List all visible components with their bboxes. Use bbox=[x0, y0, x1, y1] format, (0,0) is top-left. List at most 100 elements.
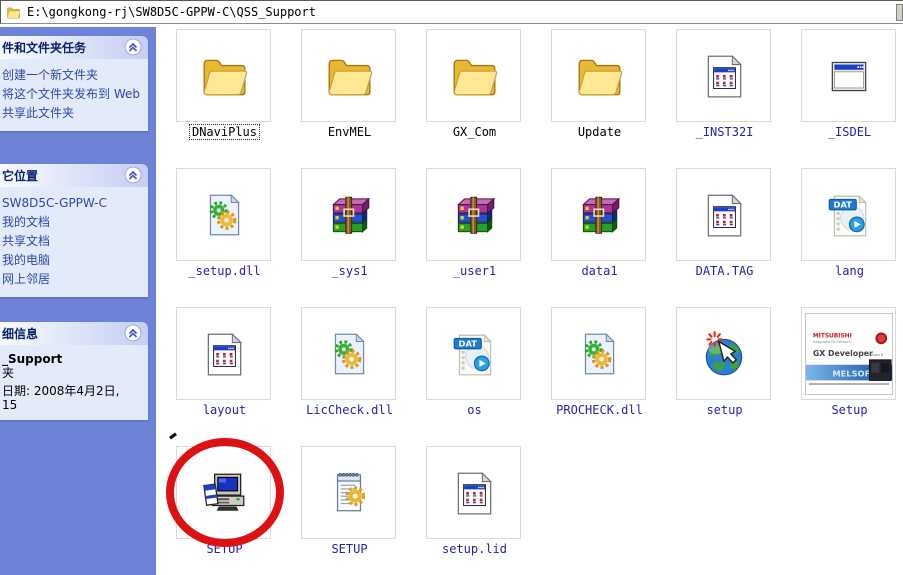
file-label[interactable]: _user1 bbox=[426, 264, 523, 278]
file-thumbnail[interactable] bbox=[301, 307, 396, 400]
file-item-lang[interactable]: lang bbox=[801, 168, 898, 281]
rar-archive-icon bbox=[574, 190, 624, 240]
panel-details-body: _Support 夹 日期: 2008年4月2日, 15 bbox=[0, 345, 148, 420]
file-label[interactable]: setup.lid bbox=[426, 542, 523, 556]
panel-details-header[interactable]: 细信息 bbox=[0, 322, 148, 345]
file-thumbnail[interactable]: MITSUBISHI Integrated FA Software GX Dev… bbox=[801, 307, 896, 400]
file-label[interactable]: GX_Com bbox=[426, 125, 523, 139]
file-thumbnail[interactable] bbox=[551, 307, 646, 400]
rar-archive-icon bbox=[449, 190, 499, 240]
file-label[interactable]: setup bbox=[676, 403, 773, 417]
file-label[interactable]: os bbox=[426, 403, 523, 417]
file-item-setup-html[interactable]: setup bbox=[676, 307, 773, 420]
file-thumbnail[interactable] bbox=[551, 29, 646, 122]
panel-file-tasks-header[interactable]: 件和文件夹任务 bbox=[0, 36, 148, 59]
file-item-procheckdll[interactable]: PROCHECK.dll bbox=[551, 307, 648, 420]
document-window-icon bbox=[699, 51, 749, 101]
file-label[interactable]: data1 bbox=[551, 264, 648, 278]
file-thumbnail[interactable] bbox=[176, 29, 271, 122]
file-grid: DNaviPlus EnvMEL GX_Com Update _INST32I … bbox=[156, 25, 903, 559]
panel-title: 它位置 bbox=[2, 167, 38, 184]
panel-other-places-body: SW8D5C-GPPW-C 我的文档 共享文档 我的电脑 网上邻居 bbox=[0, 187, 148, 297]
file-item-data1[interactable]: data1 bbox=[551, 168, 648, 281]
file-item-envmel[interactable]: EnvMEL bbox=[301, 29, 398, 142]
dll-gears-icon bbox=[199, 190, 249, 240]
link-network-places[interactable]: 网上邻居 bbox=[2, 270, 142, 289]
link-my-computer[interactable]: 我的电脑 bbox=[2, 251, 142, 270]
file-item-setuplid[interactable]: setup.lid bbox=[426, 446, 523, 559]
file-item-inst32i[interactable]: _INST32I bbox=[676, 29, 773, 142]
chevron-up-icon[interactable] bbox=[124, 324, 142, 342]
address-path[interactable]: E:\gongkong-rj\SW8D5C-GPPW-C\QSS_Support bbox=[27, 5, 316, 19]
link-my-documents[interactable]: 我的文档 bbox=[2, 213, 142, 232]
folder-icon bbox=[199, 51, 249, 101]
file-item-datatag[interactable]: DATA.TAG bbox=[676, 168, 773, 281]
file-label[interactable]: _INST32I bbox=[676, 125, 773, 139]
file-item-setupdll[interactable]: _setup.dll bbox=[176, 168, 273, 281]
file-item-setup-bitmap[interactable]: MITSUBISHI Integrated FA Software GX Dev… bbox=[801, 307, 898, 420]
panel-file-tasks-body: 创建一个新文件夹 将这个文件夹发布到 Web 共享此文件夹 bbox=[0, 59, 148, 131]
thumb-tagline-text: Integrated FA Software bbox=[812, 340, 850, 344]
file-item-liccheckdll[interactable]: LicCheck.dll bbox=[301, 307, 398, 420]
document-window-icon bbox=[199, 329, 249, 379]
file-thumbnail[interactable] bbox=[176, 446, 271, 539]
file-thumbnail[interactable] bbox=[801, 168, 896, 261]
file-thumbnail[interactable] bbox=[176, 307, 271, 400]
file-item-sys1[interactable]: _sys1 bbox=[301, 168, 398, 281]
link-shared-documents[interactable]: 共享文档 bbox=[2, 232, 142, 251]
panel-file-tasks: 件和文件夹任务 创建一个新文件夹 将这个文件夹发布到 Web 共享此文件夹 bbox=[0, 36, 148, 131]
file-label[interactable]: Setup bbox=[801, 403, 898, 417]
file-label[interactable]: LicCheck.dll bbox=[301, 403, 398, 417]
link-new-folder[interactable]: 创建一个新文件夹 bbox=[2, 66, 142, 85]
chevron-up-icon[interactable] bbox=[124, 166, 142, 184]
panel-title: 细信息 bbox=[2, 325, 38, 342]
file-thumbnail[interactable] bbox=[551, 168, 646, 261]
file-label[interactable]: _sys1 bbox=[301, 264, 398, 278]
link-share-folder[interactable]: 共享此文件夹 bbox=[2, 104, 142, 123]
file-thumbnail[interactable] bbox=[176, 168, 271, 261]
application-window-icon bbox=[824, 51, 874, 101]
file-label[interactable]: layout bbox=[176, 403, 273, 417]
addressbar-edge-fragment bbox=[896, 4, 903, 21]
file-label[interactable]: _ISDEL bbox=[801, 125, 898, 139]
file-item-layout[interactable]: layout bbox=[176, 307, 273, 420]
details-modified-time: 15 bbox=[2, 398, 142, 412]
panel-other-places-header[interactable]: 它位置 bbox=[0, 164, 148, 187]
file-thumbnail[interactable] bbox=[676, 168, 771, 261]
file-thumbnail[interactable] bbox=[301, 29, 396, 122]
file-label[interactable]: SETUP bbox=[301, 542, 398, 556]
thumb-brand-text: MITSUBISHI bbox=[812, 333, 851, 339]
file-item-isdel[interactable]: _ISDEL bbox=[801, 29, 898, 142]
file-item-setup-inf[interactable]: SETUP bbox=[301, 446, 398, 559]
file-item-gxcom[interactable]: GX_Com bbox=[426, 29, 523, 142]
file-thumbnail[interactable] bbox=[426, 29, 521, 122]
chevron-up-icon[interactable] bbox=[124, 38, 142, 56]
file-label[interactable]: Update bbox=[551, 125, 648, 139]
file-item-os[interactable]: os bbox=[426, 307, 523, 420]
file-thumbnail[interactable] bbox=[426, 307, 521, 400]
file-thumbnail[interactable] bbox=[676, 29, 771, 122]
file-thumbnail[interactable] bbox=[676, 307, 771, 400]
file-label[interactable]: SETUP bbox=[176, 542, 273, 556]
folder-icon bbox=[449, 51, 499, 101]
file-label[interactable]: EnvMEL bbox=[301, 125, 398, 139]
address-bar[interactable]: E:\gongkong-rj\SW8D5C-GPPW-C\QSS_Support bbox=[0, 0, 903, 24]
file-label[interactable]: PROCHECK.dll bbox=[551, 403, 648, 417]
file-item-user1[interactable]: _user1 bbox=[426, 168, 523, 281]
link-publish-web[interactable]: 将这个文件夹发布到 Web bbox=[2, 85, 142, 104]
file-item-setup-exe[interactable]: SETUP bbox=[176, 446, 273, 559]
file-thumbnail[interactable] bbox=[801, 29, 896, 122]
link-parent-folder[interactable]: SW8D5C-GPPW-C bbox=[2, 194, 142, 213]
file-label[interactable]: DATA.TAG bbox=[676, 264, 773, 278]
file-item-dnaviplus[interactable]: DNaviPlus bbox=[176, 29, 273, 142]
file-item-update[interactable]: Update bbox=[551, 29, 648, 142]
file-label[interactable]: DNaviPlus bbox=[176, 125, 273, 139]
file-label[interactable]: _setup.dll bbox=[176, 264, 273, 278]
file-thumbnail[interactable] bbox=[426, 168, 521, 261]
file-label[interactable]: lang bbox=[801, 264, 898, 278]
file-thumbnail[interactable] bbox=[301, 446, 396, 539]
document-window-icon bbox=[699, 190, 749, 240]
file-thumbnail[interactable] bbox=[426, 446, 521, 539]
document-window-icon bbox=[449, 468, 499, 518]
file-thumbnail[interactable] bbox=[301, 168, 396, 261]
